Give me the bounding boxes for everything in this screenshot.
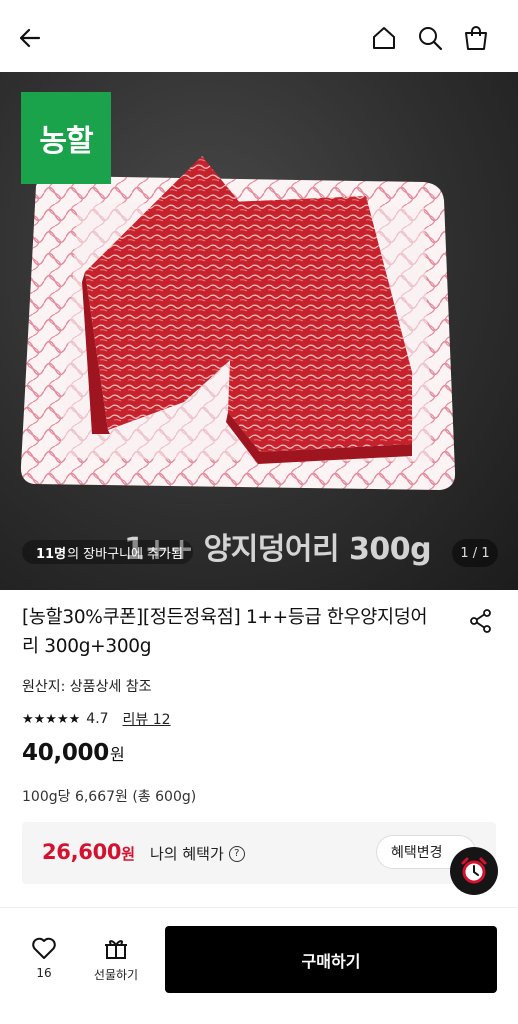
benefit-price: 26,600원: [42, 840, 135, 864]
bottom-action-bar: 16 선물하기 구매하기: [0, 908, 518, 1024]
share-icon[interactable]: [466, 606, 496, 636]
back-arrow-icon[interactable]: [14, 22, 46, 54]
shopping-bag-icon[interactable]: [460, 22, 492, 54]
like-button[interactable]: 16: [26, 936, 62, 980]
rating-value: 4.7: [86, 711, 109, 727]
rating-row: ★★★★★ 4.7 리뷰 12: [22, 709, 171, 729]
cart-count: 11명: [36, 546, 67, 562]
alarm-clock-icon[interactable]: [450, 847, 498, 895]
product-title: [농할30%쿠폰][정든정육점] 1++등급 한우양지덩어리 300g+300g: [22, 607, 428, 657]
search-icon[interactable]: [414, 22, 446, 54]
benefit-price-box: 26,600원 나의 혜택가 ? 혜택변경: [22, 822, 496, 884]
product-image-gallery[interactable]: 농할 1++ 양지덩어리 300g 11명 의 장바구니에 추가됨 1 / 1: [0, 72, 518, 590]
cart-added-indicator: 11명 의 장바구니에 추가됨: [22, 540, 193, 564]
top-nav-bar: [0, 0, 518, 72]
unit-price: 100g당 6,667원 (총 600g): [22, 789, 197, 805]
discount-badge: 농할: [21, 92, 111, 184]
benefit-label: 나의 혜택가: [150, 845, 224, 863]
benefit-price-value: 26,600: [42, 840, 122, 864]
price-currency: 원: [109, 745, 125, 764]
gift-label: 선물하기: [93, 968, 139, 982]
like-count: 16: [36, 966, 52, 980]
star-rating-icon: ★★★★★: [22, 711, 81, 727]
origin-info: 원산지: 상품상세 참조: [22, 679, 152, 695]
heart-icon: [32, 937, 56, 959]
product-price: 40,000원: [22, 740, 125, 766]
price-value: 40,000: [22, 740, 109, 766]
benefit-price-currency: 원: [121, 845, 135, 863]
buy-button[interactable]: 구매하기: [165, 926, 497, 993]
change-benefit-label: 혜택변경: [391, 845, 443, 861]
gift-icon: [105, 940, 127, 959]
question-circle-icon[interactable]: ?: [228, 845, 245, 862]
review-link[interactable]: 리뷰 12: [123, 709, 171, 729]
home-icon[interactable]: [368, 22, 400, 54]
image-counter: 1 / 1: [452, 539, 498, 567]
gift-button[interactable]: 선물하기: [88, 936, 144, 983]
benefit-label-group[interactable]: 나의 혜택가 ?: [150, 843, 245, 864]
cart-count-text: 의 장바구니에 추가됨: [67, 546, 183, 562]
